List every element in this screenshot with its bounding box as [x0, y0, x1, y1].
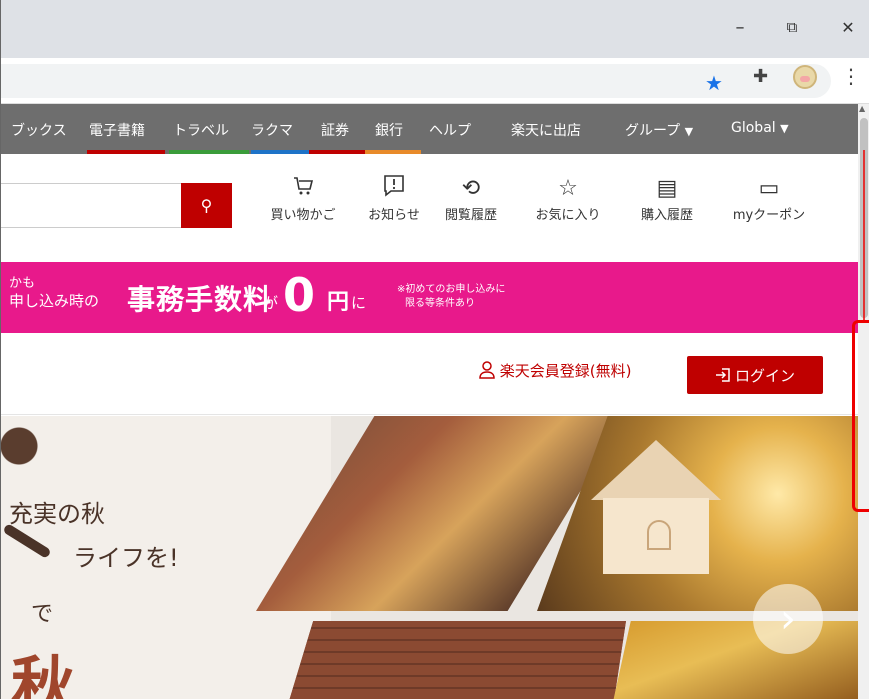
extensions-icon[interactable]: ✚ — [753, 66, 768, 87]
browser-window: – ⧉ ✕ ★ ✚ ⋮ ブックス 電子書籍 トラベル ラクマ 証券 銀行 ヘルプ… — [0, 0, 869, 699]
purchase-history-icon: ▤ — [656, 176, 678, 201]
restore-icon: ⧉ — [786, 18, 798, 36]
user-icon — [479, 361, 495, 379]
minimize-button[interactable]: – — [725, 14, 755, 40]
scroll-up-icon[interactable]: ▲ — [859, 104, 865, 113]
nav-item-securities[interactable]: 証券 — [321, 120, 349, 140]
nav-item-global[interactable]: Global ▼ — [731, 120, 789, 136]
nav-accent-line — [251, 150, 311, 154]
cart-icon — [263, 174, 343, 204]
search-button[interactable]: ⚲ — [181, 183, 232, 228]
service-nav: ブックス 電子書籍 トラベル ラクマ 証券 銀行 ヘルプ 楽天に出店 グループ … — [1, 104, 858, 154]
banner-text: かも — [9, 276, 36, 291]
highlight-box — [852, 320, 869, 512]
favorites-label: お気に入り — [535, 208, 601, 223]
browser-menu-icon[interactable]: ⋮ — [841, 64, 861, 88]
nav-item-rakuma[interactable]: ラクマ — [251, 120, 293, 140]
nav-item-ebooks[interactable]: 電子書籍 — [89, 120, 145, 140]
profile-avatar[interactable] — [793, 65, 817, 89]
address-bar[interactable]: ★ — [1, 64, 831, 98]
purchase-history-label: 購入履歴 — [640, 208, 693, 223]
favorites-link[interactable]: ☆ お気に入り — [523, 174, 613, 223]
hero-copy: で — [31, 602, 54, 627]
banner-currency: 円 — [327, 290, 350, 315]
nav-item-books[interactable]: ブックス — [11, 120, 67, 140]
chevron-right-icon: › — [780, 596, 796, 642]
chevron-down-icon: ▼ — [684, 125, 694, 138]
purchase-history-link[interactable]: ▤ 購入履歴 — [629, 174, 705, 223]
nav-item-help[interactable]: ヘルプ — [429, 120, 471, 140]
close-icon: ✕ — [841, 17, 855, 37]
login-button[interactable]: ログイン — [687, 356, 823, 394]
carousel-next-button[interactable]: › — [753, 584, 823, 654]
hero-copy: ライフを! — [73, 544, 179, 572]
coupon-label: myクーポン — [732, 208, 806, 223]
history-link[interactable]: ⟲ 閲覧履歴 — [433, 174, 509, 223]
cart-link[interactable]: 買い物かご — [263, 174, 343, 223]
banner-price: 0 — [283, 268, 316, 322]
nav-item-group-label: グループ — [625, 123, 681, 139]
close-button[interactable]: ✕ — [833, 14, 863, 40]
history-label: 閲覧履歴 — [444, 208, 497, 223]
nav-accent-line — [169, 150, 249, 154]
login-icon — [715, 368, 730, 382]
banner-note: 限る等条件あり — [405, 298, 475, 309]
cart-label: 買い物かご — [270, 208, 336, 223]
notifications-label: お知らせ — [368, 208, 420, 223]
nav-item-global-label: Global — [731, 120, 776, 136]
history-icon: ⟲ — [461, 176, 481, 201]
nav-item-group[interactable]: グループ ▼ — [625, 120, 693, 140]
nav-item-open-shop[interactable]: 楽天に出店 — [511, 120, 581, 140]
chevron-down-icon: ▼ — [780, 122, 789, 135]
notification-icon — [356, 174, 432, 204]
hero-copy: 充実の秋 — [9, 500, 105, 528]
search-icon: ⚲ — [200, 196, 213, 215]
banner-text: に — [351, 294, 367, 312]
minimize-icon: – — [735, 16, 745, 38]
hero-photo-brick — [286, 621, 626, 699]
star-icon: ☆ — [558, 176, 578, 201]
nav-accent-line — [87, 150, 165, 154]
hero-copy-large: 秋 — [11, 650, 75, 699]
login-label: ログイン — [734, 366, 795, 385]
coupon-icon: ▭ — [758, 176, 780, 201]
nav-item-bank[interactable]: 銀行 — [375, 120, 403, 140]
banner-text: が — [263, 294, 279, 312]
bookmark-star-icon[interactable]: ★ — [705, 71, 723, 95]
hero-photo-autumn — [611, 621, 858, 699]
notifications-link[interactable]: お知らせ — [356, 174, 432, 223]
title-bar: – ⧉ ✕ — [1, 0, 869, 58]
banner-text: 申し込み時の — [9, 292, 100, 310]
nav-item-travel[interactable]: トラベル — [173, 120, 229, 140]
restore-button[interactable]: ⧉ — [777, 14, 807, 40]
promo-banner[interactable]: かも 申し込み時の 事務手数料 が 0 円 に ※初めてのお申し込みに 限る等条… — [1, 262, 858, 333]
hero-photo-person — [1, 416, 61, 466]
banner-headline: 事務手数料 — [127, 283, 273, 316]
highlight-line — [863, 150, 865, 320]
register-link[interactable]: 楽天会員登録(無料) — [479, 360, 632, 381]
house-illustration — [591, 440, 721, 580]
register-label: 楽天会員登録(無料) — [499, 362, 632, 380]
hero-carousel[interactable]: 充実の秋 ライフを! で 秋 — [1, 416, 858, 699]
nav-accent-line — [365, 150, 421, 154]
coupon-link[interactable]: ▭ myクーポン — [719, 174, 819, 223]
banner-note: ※初めてのお申し込みに — [397, 284, 506, 295]
address-bar-row: ★ ✚ ⋮ — [1, 58, 869, 104]
nav-accent-line — [309, 150, 365, 154]
